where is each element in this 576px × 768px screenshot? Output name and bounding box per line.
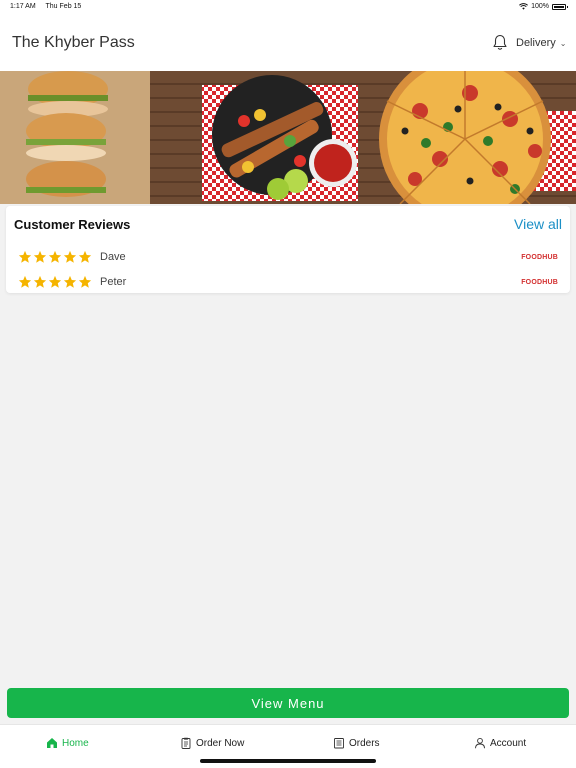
clipboard-icon bbox=[181, 737, 191, 749]
star-icon bbox=[18, 250, 32, 263]
person-icon bbox=[475, 737, 485, 749]
wifi-icon bbox=[519, 3, 529, 10]
tab-home-label: Home bbox=[62, 737, 89, 749]
review-item: Peter FOODHUB bbox=[18, 274, 558, 290]
home-indicator bbox=[200, 759, 376, 763]
order-mode-selector[interactable]: Delivery ⌄ bbox=[516, 37, 566, 49]
tab-order-now-label: Order Now bbox=[196, 737, 245, 749]
status-bar: 1:17 AM Thu Feb 15 100% bbox=[0, 0, 576, 14]
star-icon bbox=[48, 275, 62, 288]
tab-order-now[interactable]: Order Now bbox=[180, 737, 244, 749]
order-mode-label: Delivery bbox=[516, 37, 556, 49]
star-icon bbox=[33, 275, 47, 288]
review-item: Dave FOODHUB bbox=[18, 249, 558, 265]
food-banner-image bbox=[0, 71, 576, 204]
star-icon bbox=[63, 250, 77, 263]
receipt-icon bbox=[334, 738, 344, 749]
star-icon bbox=[33, 250, 47, 263]
tab-account-label: Account bbox=[490, 737, 527, 749]
reviewer-name: Peter bbox=[100, 276, 127, 288]
customer-reviews-card: Customer Reviews View all Dave FOODHUB P… bbox=[6, 206, 570, 293]
review-source-logo: FOODHUB bbox=[521, 278, 558, 286]
status-date: Thu Feb 15 bbox=[45, 3, 82, 10]
review-source-logo: FOODHUB bbox=[521, 253, 558, 261]
star-icon bbox=[48, 250, 62, 263]
battery-icon bbox=[552, 3, 568, 10]
star-icon bbox=[78, 275, 92, 288]
status-time: 1:17 AM bbox=[10, 3, 36, 10]
star-icon bbox=[18, 275, 32, 288]
star-icon bbox=[63, 275, 77, 288]
battery-percent: 100% bbox=[531, 3, 549, 10]
tab-account[interactable]: Account bbox=[474, 737, 526, 749]
reviewer-name: Dave bbox=[100, 251, 126, 263]
reviews-heading: Customer Reviews bbox=[14, 217, 131, 232]
home-icon bbox=[47, 738, 57, 748]
restaurant-title: The Khyber Pass bbox=[12, 34, 135, 51]
view-all-reviews-link[interactable]: View all bbox=[514, 216, 562, 232]
view-menu-button[interactable]: View Menu bbox=[7, 688, 569, 718]
bell-icon[interactable] bbox=[492, 34, 508, 51]
app-header: The Khyber Pass Delivery ⌄ bbox=[0, 14, 576, 71]
chevron-down-icon: ⌄ bbox=[559, 38, 567, 48]
star-rating bbox=[18, 250, 92, 264]
star-rating bbox=[18, 275, 92, 289]
tab-home[interactable]: Home bbox=[46, 737, 89, 749]
tab-orders-label: Orders bbox=[349, 737, 380, 749]
star-icon bbox=[78, 250, 92, 263]
tab-orders[interactable]: Orders bbox=[333, 737, 380, 749]
